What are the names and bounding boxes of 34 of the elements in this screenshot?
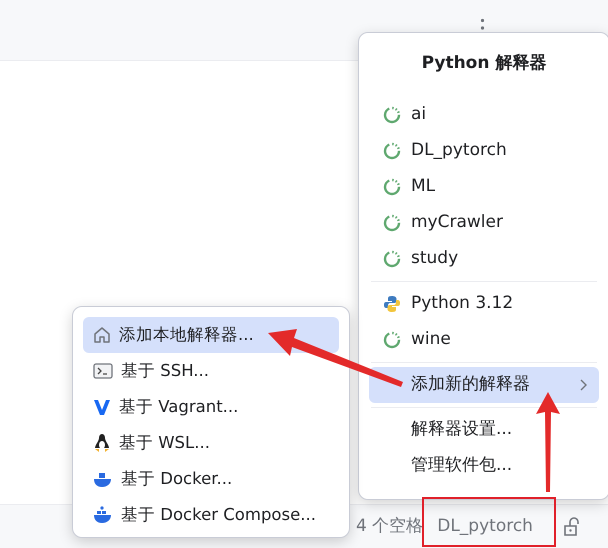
lock-icon[interactable] [562,516,582,536]
interpreter-item[interactable]: ai [369,97,599,133]
interpreter-item[interactable]: myCrawler [369,205,599,241]
menu-item[interactable]: 基于 Docker... [83,461,339,497]
menu-item[interactable]: 基于 Vagrant... [83,389,339,425]
environment-icon [383,142,401,160]
whale-icon [93,470,113,488]
interpreter-item[interactable]: DL_pytorch [369,133,599,169]
terminal-icon [93,362,113,380]
menu-item[interactable]: 基于 Docker Compose... [83,497,339,533]
python-icon [383,295,401,313]
menu-item[interactable]: 基于 SSH... [83,353,339,389]
indent-setting[interactable]: 4 个空格 [356,514,424,540]
menu-item[interactable]: 解释器设置... [369,412,599,448]
menu-item[interactable]: 基于 WSL... [83,425,339,461]
environment-icon [383,214,401,232]
more-icon[interactable] [479,18,486,32]
menu-item[interactable]: 添加本地解释器... [83,317,339,353]
environment-icon [383,331,401,349]
interpreter-item[interactable]: wine [369,322,599,358]
environment-icon [383,250,401,268]
popup-title: Python 解释器 [420,52,548,75]
penguin-icon [93,433,111,453]
interpreter-item[interactable]: ML [369,169,599,205]
interpreter-item[interactable]: Python 3.12 [369,286,599,322]
interpreter-selector[interactable]: DL_pytorch [437,514,533,540]
home-icon [93,326,111,344]
menu-item[interactable]: 添加新的解释器 [369,367,599,403]
v-logo-icon [93,398,111,416]
whale-icon [93,506,113,524]
interpreter-item[interactable]: study [369,241,599,277]
environment-icon [383,106,401,124]
environment-icon [383,178,401,196]
menu-item[interactable]: 管理软件包... [369,448,599,484]
